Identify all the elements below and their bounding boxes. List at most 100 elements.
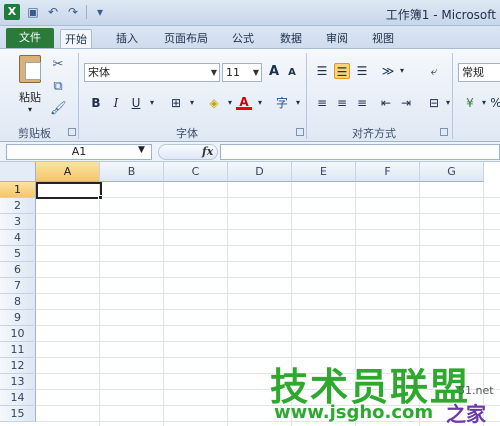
number-format-value: 常规 [462, 66, 484, 79]
format-painter-icon[interactable]: 🖌 [50, 101, 67, 117]
align-right-icon[interactable]: ≡ [354, 95, 370, 111]
chevron-down-icon[interactable]: ▾ [252, 95, 268, 111]
qat-separator [86, 5, 87, 19]
fill-color-icon[interactable]: ◈ [206, 95, 222, 111]
italic-button[interactable]: I [108, 95, 124, 111]
chevron-down-icon: ▾ [27, 105, 32, 114]
paste-button[interactable]: 粘贴 ▾ [14, 55, 46, 114]
row-header[interactable]: 11 [0, 342, 36, 358]
underline-button[interactable]: U [128, 95, 144, 111]
row-header[interactable]: 2 [0, 198, 36, 214]
excel-logo-icon[interactable]: X [4, 4, 20, 20]
paste-icon [19, 55, 41, 83]
font-size-combo[interactable]: 11 ▼ [222, 63, 262, 82]
ribbon: 粘贴 ▾ ✂ ⧉ 🖌 剪贴板 宋体 ▼ 11 ▼ A A B I U ▾ ⊞ ▾… [0, 48, 500, 142]
percent-icon[interactable]: % [488, 95, 500, 111]
column-header-f[interactable]: F [356, 162, 420, 182]
font-group-label: 字体 [176, 127, 198, 140]
wrap-text-icon[interactable]: ⤶ [426, 63, 442, 79]
row-header[interactable]: 5 [0, 246, 36, 262]
decrease-indent-icon[interactable]: ⇤ [378, 95, 394, 111]
align-middle-icon[interactable]: ☰ [334, 63, 350, 79]
row-header[interactable]: 13 [0, 374, 36, 390]
group-divider [306, 53, 307, 139]
alignment-launcher-icon[interactable] [440, 128, 448, 136]
chevron-down-icon[interactable]: ▾ [184, 95, 200, 111]
undo-icon[interactable]: ↶ [46, 5, 60, 19]
worksheet-grid[interactable]: A B C D E F G 1 2 3 4 5 6 7 8 9 10 11 12… [0, 162, 500, 426]
font-size-value: 11 [226, 66, 240, 79]
paste-label: 粘贴 [19, 91, 41, 104]
row-header[interactable]: 12 [0, 358, 36, 374]
row-header[interactable]: 9 [0, 310, 36, 326]
title-bar: X ▣ ↶ ↷ ▾ 工作簿1 - Microsoft [0, 0, 500, 26]
borders-icon[interactable]: ⊞ [168, 95, 184, 111]
redo-icon[interactable]: ↷ [66, 5, 80, 19]
font-color-icon[interactable]: A [236, 94, 252, 110]
row-header[interactable]: 7 [0, 278, 36, 294]
name-box[interactable]: A1 [6, 144, 152, 160]
chevron-down-icon[interactable]: ▾ [440, 95, 456, 111]
column-header-g[interactable]: G [420, 162, 484, 182]
align-center-icon[interactable]: ≡ [334, 95, 350, 111]
select-all-corner[interactable] [0, 162, 36, 182]
column-header-e[interactable]: E [292, 162, 356, 182]
row-header[interactable]: 15 [0, 406, 36, 422]
row-header[interactable]: 3 [0, 214, 36, 230]
group-divider [78, 53, 79, 139]
row-header[interactable]: 6 [0, 262, 36, 278]
alignment-group-label: 对齐方式 [352, 127, 396, 140]
formula-input[interactable] [220, 144, 500, 160]
name-box-value: A1 [71, 145, 87, 158]
chevron-down-icon[interactable]: ▼ [138, 145, 145, 155]
bold-button[interactable]: B [88, 95, 104, 111]
ribbon-tab-row: 文件 开始 插入 页面布局 公式 数据 审阅 视图 [0, 26, 500, 48]
grow-font-button[interactable]: A [266, 64, 282, 80]
align-bottom-icon[interactable]: ☰ [354, 63, 370, 79]
row-header[interactable]: 1 [0, 182, 36, 198]
font-name-value: 宋体 [88, 66, 110, 79]
cut-icon[interactable]: ✂ [50, 57, 66, 73]
chevron-down-icon[interactable]: ▾ [290, 95, 306, 111]
cell-area[interactable] [36, 182, 500, 426]
chevron-down-icon: ▼ [210, 68, 217, 77]
window-title: 工作簿1 - Microsoft [385, 8, 496, 22]
row-header[interactable]: 8 [0, 294, 36, 310]
row-header[interactable]: 10 [0, 326, 36, 342]
column-header-a[interactable]: A [36, 162, 100, 182]
insert-function-icon[interactable]: fx [202, 145, 213, 158]
column-header-c[interactable]: C [164, 162, 228, 182]
fill-handle[interactable] [98, 195, 103, 200]
align-top-icon[interactable]: ☰ [314, 63, 330, 79]
phonetic-button[interactable]: 字 [274, 95, 290, 111]
active-cell-a1[interactable] [36, 182, 102, 199]
tab-review[interactable]: 审阅 [322, 29, 352, 48]
group-divider [452, 53, 453, 139]
clipboard-group-label: 剪贴板 [18, 127, 51, 140]
shrink-font-button[interactable]: A [284, 65, 300, 81]
increase-indent-icon[interactable]: ⇥ [398, 95, 414, 111]
tab-insert[interactable]: 插入 [112, 29, 142, 48]
column-header-b[interactable]: B [100, 162, 164, 182]
number-format-combo[interactable]: 常规 [458, 63, 500, 82]
font-launcher-icon[interactable] [296, 128, 304, 136]
tab-file[interactable]: 文件 [6, 28, 54, 48]
row-header[interactable]: 4 [0, 230, 36, 246]
tab-formulas[interactable]: 公式 [228, 29, 258, 48]
chevron-down-icon[interactable]: ▾ [144, 95, 160, 111]
column-header-d[interactable]: D [228, 162, 292, 182]
tab-page-layout[interactable]: 页面布局 [160, 29, 212, 48]
clipboard-launcher-icon[interactable] [68, 128, 76, 136]
customize-qat-icon[interactable]: ▾ [93, 5, 107, 19]
font-name-combo[interactable]: 宋体 ▼ [84, 63, 220, 82]
copy-icon[interactable]: ⧉ [50, 79, 66, 95]
chevron-down-icon[interactable]: ▾ [394, 63, 410, 79]
tab-view[interactable]: 视图 [368, 29, 398, 48]
row-header[interactable]: 14 [0, 390, 36, 406]
save-icon[interactable]: ▣ [26, 5, 40, 19]
formula-bar: A1 ▼ fx [0, 142, 500, 162]
align-left-icon[interactable]: ≡ [314, 95, 330, 111]
tab-data[interactable]: 数据 [276, 29, 306, 48]
tab-home[interactable]: 开始 [60, 29, 92, 48]
chevron-down-icon: ▼ [252, 68, 259, 77]
